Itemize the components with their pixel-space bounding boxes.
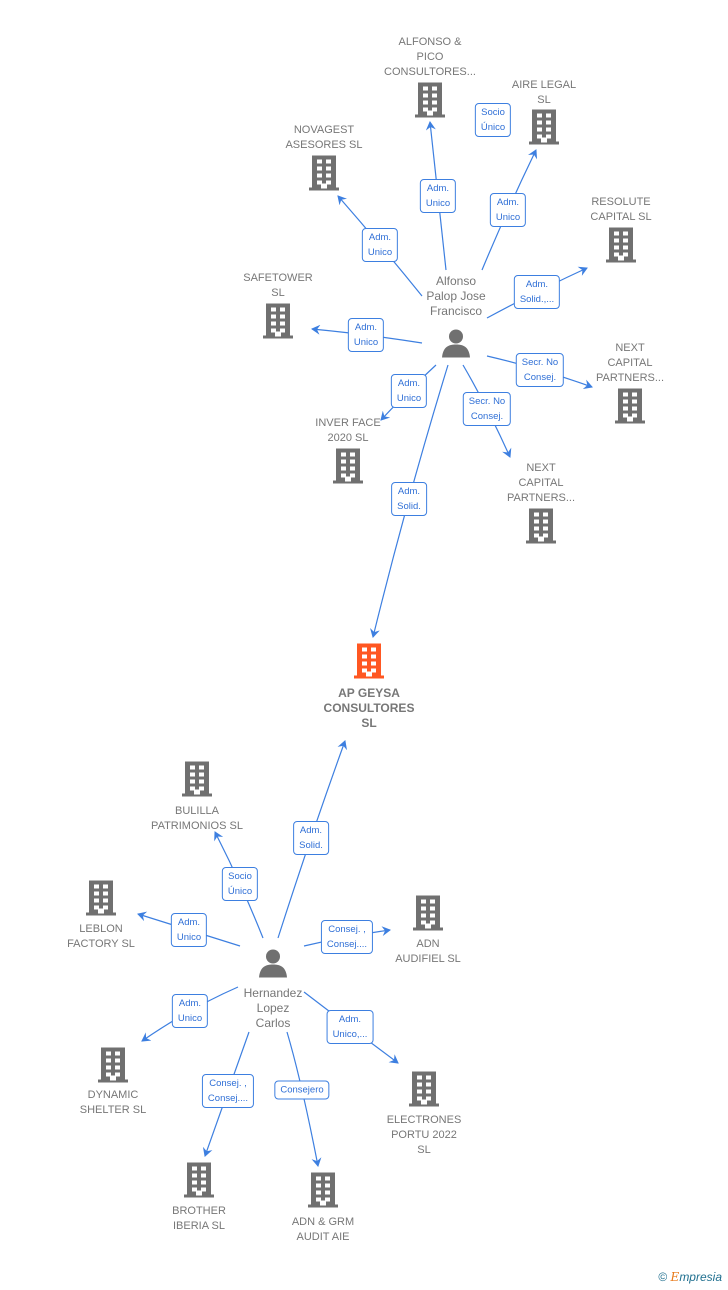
- building-icon[interactable]: [528, 109, 560, 150]
- company-name[interactable]: ADN & GRM AUDIT AIE: [258, 1215, 388, 1245]
- person-name[interactable]: Alfonso Palop Jose Francisco: [401, 274, 511, 319]
- edge-role-label[interactable]: Adm. Unico: [170, 913, 208, 947]
- company-name[interactable]: ELECTRONES PORTU 2022 SL: [359, 1113, 489, 1158]
- edge-role-label[interactable]: Consejero: [274, 1080, 330, 1100]
- building-icon[interactable]: [414, 82, 446, 123]
- building-icon[interactable]: [97, 1047, 129, 1088]
- company-name[interactable]: INVER FACE 2020 SL: [283, 416, 413, 446]
- person-node[interactable]: Hernandez Lopez Carlos: [218, 986, 328, 1031]
- edge-role-label[interactable]: Socio Único: [221, 867, 259, 901]
- company-name[interactable]: SAFETOWER SL: [213, 271, 343, 301]
- building-icon[interactable]: [412, 895, 444, 936]
- person-icon[interactable]: [258, 948, 288, 983]
- company-node[interactable]: SAFETOWER SL: [213, 271, 343, 301]
- company-node[interactable]: BULILLA PATRIMONIOS SL: [132, 804, 262, 834]
- building-icon[interactable]: [181, 761, 213, 802]
- company-node[interactable]: NEXT CAPITAL PARTNERS...: [565, 341, 695, 386]
- company-name[interactable]: NOVAGEST ASESORES SL: [259, 123, 389, 153]
- edge-role-label[interactable]: Adm. Solid.,...: [513, 275, 561, 309]
- company-name[interactable]: LEBLON FACTORY SL: [36, 922, 166, 952]
- company-name[interactable]: ADN AUDIFIEL SL: [363, 937, 493, 967]
- building-icon[interactable]: [308, 155, 340, 196]
- company-node[interactable]: INVER FACE 2020 SL: [283, 416, 413, 446]
- edge-role-label[interactable]: Secr. No Consej.: [515, 353, 565, 387]
- edge-role-label[interactable]: Socio Único: [474, 103, 512, 137]
- edge-role-label[interactable]: Adm. Unico: [390, 374, 428, 408]
- company-name[interactable]: NEXT CAPITAL PARTNERS...: [565, 341, 695, 386]
- company-node[interactable]: NOVAGEST ASESORES SL: [259, 123, 389, 153]
- edge-role-label[interactable]: Adm. Unico: [419, 179, 457, 213]
- company-name[interactable]: BROTHER IBERIA SL: [134, 1204, 264, 1234]
- building-icon[interactable]: [525, 508, 557, 549]
- network-diagram: © Empresia Adm. Unico Adm. Unico Socio Úni…: [0, 0, 728, 1290]
- edge-role-label[interactable]: Adm. Solid.: [293, 821, 329, 855]
- company-node[interactable]: ALFONSO & PICO CONSULTORES...: [365, 35, 495, 80]
- person-node[interactable]: Alfonso Palop Jose Francisco: [401, 274, 511, 319]
- company-node[interactable]: BROTHER IBERIA SL: [134, 1204, 264, 1234]
- company-name[interactable]: DYNAMIC SHELTER SL: [48, 1088, 178, 1118]
- edge-role-label[interactable]: Consej. , Consej....: [201, 1074, 255, 1108]
- company-name[interactable]: ALFONSO & PICO CONSULTORES...: [365, 35, 495, 80]
- company-node[interactable]: DYNAMIC SHELTER SL: [48, 1088, 178, 1118]
- company-name[interactable]: BULILLA PATRIMONIOS SL: [132, 804, 262, 834]
- company-node[interactable]: AP GEYSA CONSULTORES SL: [304, 686, 434, 731]
- copyright-symbol: ©: [658, 1270, 668, 1284]
- company-node[interactable]: ELECTRONES PORTU 2022 SL: [359, 1113, 489, 1158]
- company-name[interactable]: NEXT CAPITAL PARTNERS...: [476, 461, 606, 506]
- building-icon[interactable]: [262, 303, 294, 344]
- edge-role-label[interactable]: Adm. Unico,...: [326, 1010, 374, 1044]
- building-icon[interactable]: [614, 388, 646, 429]
- building-icon[interactable]: [85, 880, 117, 921]
- company-name[interactable]: AIRE LEGAL SL: [479, 78, 609, 108]
- edge-role-label[interactable]: Adm. Unico: [347, 318, 385, 352]
- edge-role-label[interactable]: Adm. Solid.: [391, 482, 427, 516]
- edge-role-label[interactable]: Adm. Unico: [171, 994, 209, 1028]
- brand-initial: E: [670, 1270, 680, 1284]
- main-company-building-icon[interactable]: [353, 643, 385, 684]
- building-icon[interactable]: [332, 448, 364, 489]
- building-icon[interactable]: [605, 227, 637, 268]
- person-name[interactable]: Hernandez Lopez Carlos: [218, 986, 328, 1031]
- company-node[interactable]: AIRE LEGAL SL: [479, 78, 609, 108]
- company-node[interactable]: RESOLUTE CAPITAL SL: [556, 195, 686, 225]
- company-name[interactable]: RESOLUTE CAPITAL SL: [556, 195, 686, 225]
- brand-name: mpresia: [679, 1270, 722, 1284]
- person-icon[interactable]: [441, 328, 471, 363]
- company-node[interactable]: NEXT CAPITAL PARTNERS...: [476, 461, 606, 506]
- footer-brand: © Empresia: [658, 1270, 722, 1284]
- company-name[interactable]: AP GEYSA CONSULTORES SL: [304, 686, 434, 731]
- company-node[interactable]: ADN & GRM AUDIT AIE: [258, 1215, 388, 1245]
- edge-role-label[interactable]: Adm. Unico: [361, 228, 399, 262]
- company-node[interactable]: LEBLON FACTORY SL: [36, 922, 166, 952]
- building-icon[interactable]: [307, 1172, 339, 1213]
- building-icon[interactable]: [408, 1071, 440, 1112]
- edge-role-label[interactable]: Secr. No Consej.: [462, 392, 512, 426]
- edge-role-label[interactable]: Adm. Unico: [489, 193, 527, 227]
- company-node[interactable]: ADN AUDIFIEL SL: [363, 937, 493, 967]
- building-icon[interactable]: [183, 1162, 215, 1203]
